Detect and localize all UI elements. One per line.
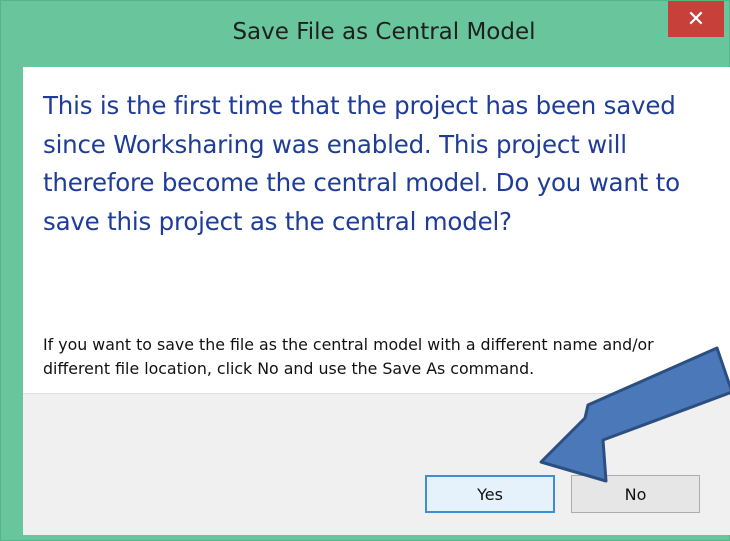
button-bar: Yes No — [23, 393, 730, 535]
dialog-titlebar[interactable]: Save File as Central Model ✕ — [1, 1, 730, 67]
dialog-content: This is the first time that the project … — [23, 67, 730, 393]
close-button[interactable]: ✕ — [668, 1, 724, 37]
yes-button[interactable]: Yes — [425, 475, 555, 513]
secondary-text: If you want to save the file as the cent… — [43, 335, 654, 378]
dialog-title: Save File as Central Model — [232, 19, 536, 45]
close-icon: ✕ — [686, 6, 706, 32]
no-button[interactable]: No — [571, 475, 700, 513]
main-instruction: This is the first time that the project … — [43, 91, 680, 236]
save-central-model-dialog: Save File as Central Model ✕ This is the… — [0, 0, 730, 541]
